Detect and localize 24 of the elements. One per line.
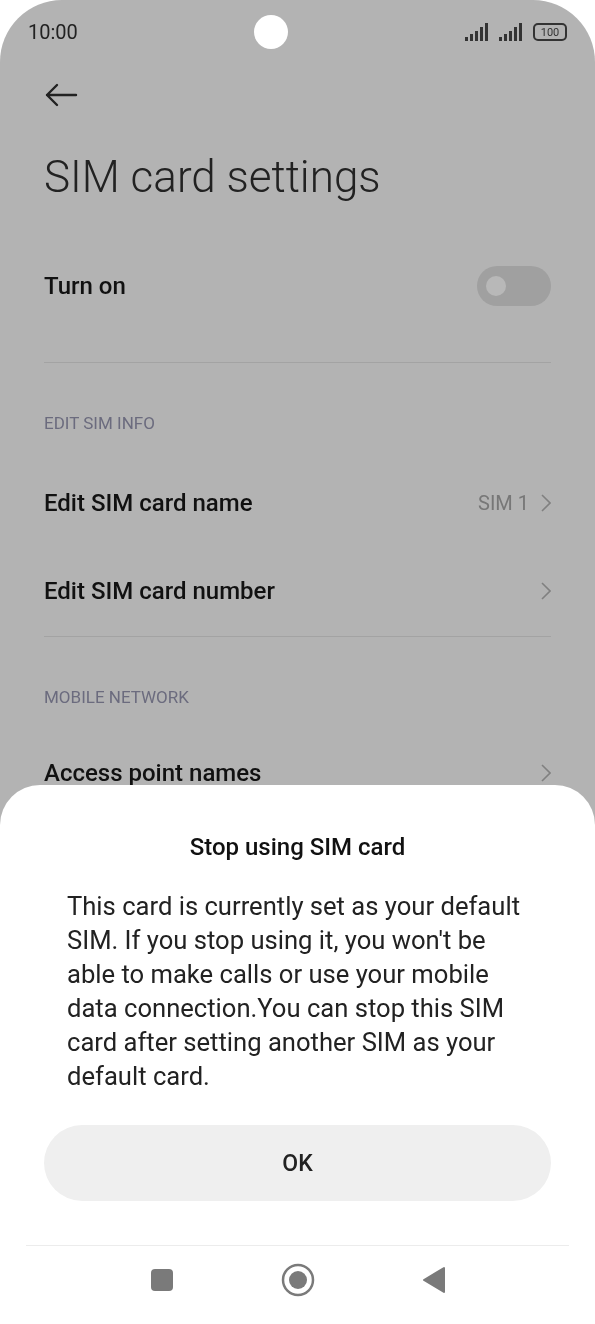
status-time: 10:00: [28, 20, 78, 44]
signal-icon: [499, 23, 525, 41]
dialog-title: Stop using SIM card: [189, 833, 406, 861]
setting-item[interactable]: Edit SIM card name: [44, 489, 253, 518]
dialog-message: This card is currently set as your default SIM. If you stop using it, you won't be able to make calls or use your mobile data connection.You can stop this SIM card after setting another SIM as your default card.: [66, 890, 521, 1093]
section-header: EDIT SIM INFO: [44, 413, 156, 434]
setting-label: Turn on: [44, 272, 126, 301]
setting-item[interactable]: Edit SIM card number: [44, 577, 275, 606]
chevron-icon: [541, 494, 551, 513]
section-header: MOBILE NETWORK: [44, 687, 190, 708]
setting-value: SIM 1: [478, 491, 529, 516]
setting-item[interactable]: Access point names: [44, 759, 262, 788]
battery-icon: 100: [533, 23, 567, 41]
page-title: SIM card settings: [44, 153, 382, 202]
chevron-icon: [541, 582, 551, 601]
camera-hole: [254, 15, 289, 49]
back-arrow-icon[interactable]: [44, 83, 78, 107]
signal-icon: [465, 23, 491, 41]
toggle-switch[interactable]: [477, 266, 551, 307]
chevron-icon: [541, 764, 551, 783]
back-icon[interactable]: [421, 1266, 446, 1294]
recent-apps-icon[interactable]: [149, 1268, 174, 1292]
ok-button[interactable]: OK: [44, 1125, 551, 1201]
home-icon[interactable]: [280, 1263, 315, 1297]
